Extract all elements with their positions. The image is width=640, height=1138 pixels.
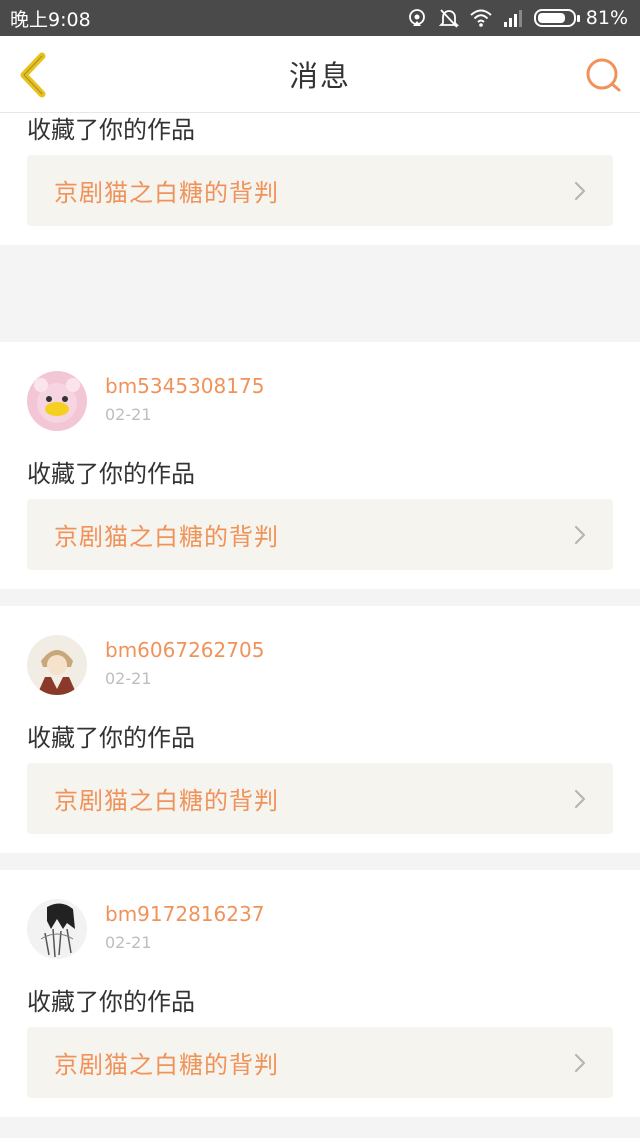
username[interactable]: bm9172816237 xyxy=(105,902,264,926)
work-title: 京剧猫之白糖的背判 xyxy=(54,523,279,551)
status-time: 晚上9:08 xyxy=(10,8,91,31)
pink-duck-avatar[interactable] xyxy=(27,371,87,431)
work-link[interactable]: 京剧猫之白糖的背判 xyxy=(27,1027,613,1098)
message-action: 收藏了你的作品 xyxy=(27,724,195,752)
wifi-icon xyxy=(470,9,492,27)
work-link[interactable]: 京剧猫之白糖的背判 xyxy=(27,499,613,570)
search-icon[interactable] xyxy=(584,56,624,96)
status-bar: 晚上9:08 81% xyxy=(0,0,640,36)
message-card-3: bm6067262705 02-21 收藏了你的作品 京剧猫之白糖的背判 xyxy=(0,606,640,853)
message-card-2: bm5345308175 02-21 收藏了你的作品 京剧猫之白糖的背判 xyxy=(0,342,640,589)
work-title: 京剧猫之白糖的背判 xyxy=(54,787,279,815)
work-title: 京剧猫之白糖的背判 xyxy=(54,179,279,207)
message-list[interactable]: 微笑荧光 03-02 收藏了你的作品 京剧猫之白糖的背判 bm534530817… xyxy=(0,113,640,1138)
signal-icon xyxy=(503,10,522,27)
page-title: 消息 xyxy=(288,59,351,93)
work-link[interactable]: 京剧猫之白糖的背判 xyxy=(27,763,613,834)
status-icons: 81% xyxy=(406,7,628,29)
chevron-right-icon xyxy=(574,789,586,809)
message-action: 收藏了你的作品 xyxy=(27,460,195,488)
chevron-right-icon xyxy=(574,525,586,545)
chevron-right-icon xyxy=(574,181,586,201)
nav-bar: 消息 xyxy=(0,36,640,113)
message-action: 收藏了你的作品 xyxy=(27,988,195,1016)
message-action: 收藏了你的作品 xyxy=(27,116,195,144)
battery-fill xyxy=(537,13,566,23)
message-date: 02-21 xyxy=(105,669,152,688)
message-card-1: 微笑荧光 03-02 收藏了你的作品 京剧猫之白糖的背判 xyxy=(0,113,640,245)
battery-icon xyxy=(533,9,580,27)
message-date: 02-21 xyxy=(105,405,152,424)
work-title: 京剧猫之白糖的背判 xyxy=(54,1051,279,1079)
sketch-avatar[interactable] xyxy=(27,899,87,959)
message-date: 02-21 xyxy=(105,933,152,952)
anime-boy-avatar[interactable] xyxy=(27,635,87,695)
username[interactable]: bm5345308175 xyxy=(105,374,264,398)
message-card-4: bm9172816237 02-21 收藏了你的作品 京剧猫之白糖的背判 xyxy=(0,870,640,1117)
airplay-icon xyxy=(408,9,425,26)
back-chevron-icon[interactable] xyxy=(14,52,54,98)
battery-percent: 81% xyxy=(585,7,628,29)
bell-muted-icon xyxy=(438,9,459,28)
work-link[interactable]: 京剧猫之白糖的背判 xyxy=(27,155,613,226)
chevron-right-icon xyxy=(574,1053,586,1073)
username[interactable]: bm6067262705 xyxy=(105,638,264,662)
